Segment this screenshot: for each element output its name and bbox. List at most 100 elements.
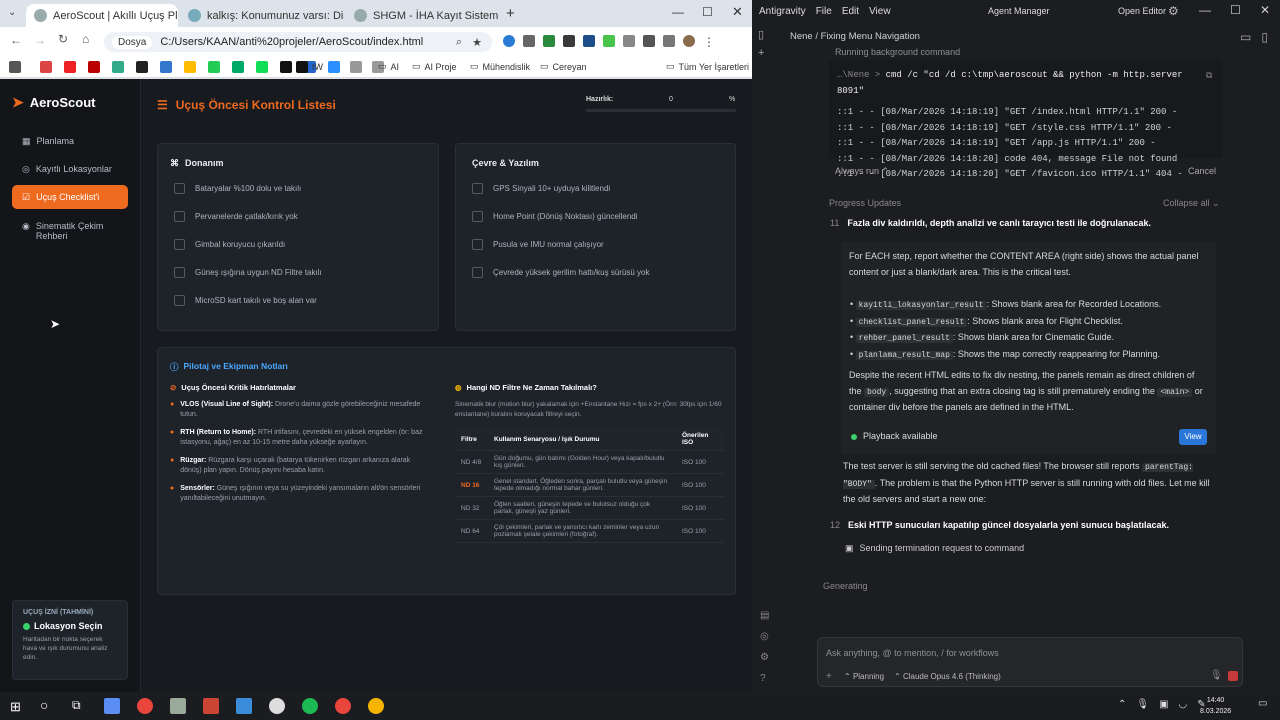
clock[interactable]: 14:40 8.03.2026 bbox=[1200, 695, 1231, 717]
checklist-item[interactable]: Home Point (Dönüş Noktası) güncellendi bbox=[472, 210, 650, 222]
split-icon[interactable]: ▯ bbox=[1261, 30, 1268, 44]
menu-antigravity[interactable]: Antigravity bbox=[759, 6, 806, 17]
menu-view[interactable]: View bbox=[869, 6, 891, 17]
x-icon[interactable] bbox=[280, 61, 292, 73]
extension-icon[interactable] bbox=[523, 35, 535, 47]
file-chip[interactable]: Dosya bbox=[112, 35, 153, 49]
back-icon[interactable]: ← bbox=[10, 33, 22, 47]
settings-icon[interactable]: ⚙ bbox=[1168, 4, 1179, 18]
menu-file[interactable]: File bbox=[816, 6, 832, 17]
url-field[interactable]: Dosya C:/Users/KAAN/anti%20projeler/Aero… bbox=[104, 32, 492, 52]
windows-start-icon[interactable]: ⊞ bbox=[10, 699, 21, 715]
sidebar-toggle-icon[interactable]: ▯ bbox=[758, 28, 774, 41]
extension-icon[interactable] bbox=[503, 35, 515, 47]
bookmark-icon[interactable] bbox=[232, 61, 244, 73]
nav-checklist[interactable]: ☑ Uçuş Checklist'i bbox=[12, 185, 128, 209]
menu-edit[interactable]: Edit bbox=[842, 6, 859, 17]
app-icon[interactable]: ▣ bbox=[1159, 699, 1168, 710]
checkbox[interactable] bbox=[174, 266, 185, 278]
add-icon[interactable]: + bbox=[826, 671, 832, 682]
checkbox[interactable] bbox=[174, 210, 185, 222]
gmail-icon[interactable] bbox=[40, 61, 52, 73]
chevron-up-icon[interactable]: ⌃ bbox=[1118, 699, 1126, 710]
tab-search-icon[interactable]: ⌄ bbox=[8, 7, 22, 21]
nav-kayitli-lokasyonlar[interactable]: ◎ Kayıtlı Lokasyonlar bbox=[12, 157, 128, 181]
checklist-item[interactable]: Pusula ve IMU normal çalışıyor bbox=[472, 238, 650, 250]
minimize-button[interactable]: — bbox=[1199, 3, 1211, 17]
bookmark-icon[interactable] bbox=[184, 61, 196, 73]
mic-icon[interactable]: 🎙 bbox=[1210, 670, 1223, 681]
mic-icon[interactable]: 🎙 bbox=[1136, 699, 1149, 710]
checkbox[interactable] bbox=[174, 294, 185, 306]
sidepanel-icon[interactable] bbox=[663, 35, 675, 47]
checklist-item[interactable]: Güneş ışığına uygun ND Filtre takılı bbox=[174, 266, 322, 278]
collapse-all-button[interactable]: Collapse all ⌄ bbox=[1163, 196, 1220, 212]
zoom-icon[interactable]: ⌕ bbox=[456, 36, 462, 49]
checkbox[interactable] bbox=[472, 266, 483, 278]
close-window-button[interactable]: ✕ bbox=[1260, 3, 1270, 17]
whatsapp-icon[interactable] bbox=[208, 61, 220, 73]
mode-dropdown[interactable]: ⌃ Planning bbox=[844, 672, 884, 681]
forward-icon[interactable]: → bbox=[34, 33, 46, 47]
checklist-item[interactable]: Gimbal koruyucu çıkarıldı bbox=[174, 238, 322, 250]
copy-icon[interactable]: ⧉ bbox=[1206, 70, 1212, 81]
bookmark-folder-cereyan[interactable]: ▭ Cereyan bbox=[540, 61, 587, 72]
bookmark-icon[interactable] bbox=[350, 61, 362, 73]
app-icon[interactable] bbox=[269, 698, 285, 714]
chrome-icon[interactable] bbox=[368, 698, 384, 714]
bookmark-icon[interactable] bbox=[112, 61, 124, 73]
bookmark-icon[interactable] bbox=[136, 61, 148, 73]
tab-kalkis[interactable]: kalkış: Konumunuz varsı: Diama × bbox=[180, 4, 344, 27]
wifi-icon[interactable]: ◡ bbox=[1179, 699, 1188, 710]
always-run-dropdown[interactable]: Always run ⌃ bbox=[835, 164, 889, 180]
cancel-button[interactable]: Cancel bbox=[1188, 164, 1216, 180]
chrome-icon[interactable] bbox=[335, 698, 351, 714]
checkbox[interactable] bbox=[174, 238, 185, 250]
checklist-item[interactable]: Bataryalar %100 dolu ve takılı bbox=[174, 182, 322, 194]
antigravity-icon[interactable] bbox=[236, 698, 252, 714]
view-button[interactable]: View bbox=[1179, 429, 1207, 445]
star-icon[interactable]: ★ bbox=[472, 36, 482, 49]
task-view-icon[interactable]: ⧉ bbox=[72, 698, 81, 713]
extension-icon[interactable] bbox=[543, 35, 555, 47]
search-icon[interactable]: ○ bbox=[40, 697, 48, 713]
spotify-icon[interactable] bbox=[256, 61, 268, 73]
bookmark-tw[interactable]: tW bbox=[296, 61, 323, 73]
chat-input-box[interactable]: Ask anything, @ to mention, / for workfl… bbox=[817, 637, 1243, 687]
app-icon[interactable] bbox=[170, 698, 186, 714]
checklist-item[interactable]: Çevrede yüksek gerilim hattı/kuş sürüsü … bbox=[472, 266, 650, 278]
panel-icon[interactable]: ▭ bbox=[1240, 30, 1251, 44]
checklist-item[interactable]: Pervanelerde çatlak/kırık yok bbox=[174, 210, 322, 222]
nav-sinematik-rehber[interactable]: ◉ Sinematik Çekim Rehberi bbox=[12, 217, 128, 247]
chrome-icon[interactable] bbox=[137, 698, 153, 714]
help-icon[interactable]: ? bbox=[760, 673, 769, 684]
minimize-button[interactable]: — bbox=[672, 5, 684, 19]
bookmark-folder-muhendislik[interactable]: ▭ Mühendislik bbox=[470, 61, 530, 72]
checkbox[interactable] bbox=[472, 238, 483, 250]
reload-icon[interactable]: ↻ bbox=[58, 32, 68, 46]
extension-icon[interactable] bbox=[603, 35, 615, 47]
open-editor-button[interactable]: Open Editor bbox=[1118, 6, 1166, 16]
bookmark-icon[interactable] bbox=[328, 61, 340, 73]
chat-input[interactable]: Ask anything, @ to mention, / for workfl… bbox=[826, 648, 999, 658]
checklist-item[interactable]: MicroSD kart takılı ve boş alan var bbox=[174, 294, 322, 306]
all-bookmarks[interactable]: ▭ Tüm Yer İşaretleri bbox=[666, 61, 749, 72]
puzzle-icon[interactable] bbox=[623, 35, 635, 47]
copilot-icon[interactable] bbox=[104, 698, 120, 714]
extension-icon[interactable] bbox=[563, 35, 575, 47]
tab-shgm[interactable]: SHGM - İHA Kayıt Sistemi × bbox=[346, 4, 498, 27]
checklist-item[interactable]: GPS Sinyali 10+ uyduya kilitlendi bbox=[472, 182, 650, 194]
close-window-button[interactable]: ✕ bbox=[732, 4, 743, 20]
bookmark-folder-ai-proje[interactable]: ▭ AI Proje bbox=[412, 61, 457, 72]
avatar[interactable] bbox=[683, 35, 695, 47]
youtube-icon[interactable] bbox=[64, 61, 76, 73]
model-dropdown[interactable]: ⌃ Claude Opus 4.6 (Thinking) bbox=[894, 672, 1001, 681]
bookmark-folder-ai[interactable]: ▭ AI bbox=[378, 61, 399, 72]
menu-icon[interactable]: ⋮ bbox=[703, 35, 715, 49]
globe-icon[interactable]: ◎ bbox=[760, 631, 769, 642]
spotify-icon[interactable] bbox=[302, 698, 318, 714]
apps-icon[interactable] bbox=[9, 61, 21, 73]
home-icon[interactable]: ⌂ bbox=[82, 32, 89, 46]
checkbox[interactable] bbox=[174, 182, 185, 194]
notification-icon[interactable]: ▭ bbox=[1258, 698, 1267, 709]
